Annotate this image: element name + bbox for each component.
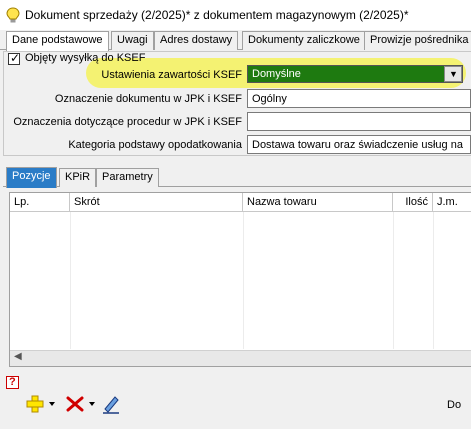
tab-prowizje-posrednika[interactable]: Prowizje pośrednika [364, 31, 471, 50]
ksef-settings-select[interactable]: Domyślne [247, 65, 463, 83]
checkmark-icon: ✓ [10, 51, 21, 65]
item-toolbar [24, 393, 124, 417]
column-divider [433, 212, 434, 349]
window-title: Dokument sprzedaży (2/2025)* z dokumente… [25, 8, 409, 22]
tab-parametry[interactable]: Parametry [96, 168, 159, 187]
col-ilosc[interactable]: Ilość [393, 193, 433, 212]
tab-kpir[interactable]: KPiR [59, 168, 97, 187]
col-lp[interactable]: Lp. [10, 193, 70, 212]
grid-header: Lp. Skrót Nazwa towaru Ilość J.m. [10, 193, 471, 212]
delete-icon[interactable] [64, 393, 86, 415]
main-tab-strip: Dane podstawowe Uwagi Adres dostawy Doku… [0, 31, 471, 51]
dropdown-arrow-icon[interactable]: ▼ [444, 66, 462, 82]
col-nazwa-towaru[interactable]: Nazwa towaru [243, 193, 393, 212]
jpk-field[interactable]: Ogólny [247, 89, 471, 108]
items-grid[interactable] [9, 192, 471, 367]
edit-icon[interactable] [100, 393, 122, 415]
procedures-field[interactable] [247, 112, 471, 131]
lightbulb-icon [6, 7, 20, 23]
col-skrot[interactable]: Skrót [70, 193, 243, 212]
sub-tab-strip: Pozycje KPiR Parametry [3, 167, 471, 188]
col-jm[interactable]: J.m. [433, 193, 471, 212]
column-divider [70, 212, 71, 349]
jpk-label: Oznaczenie dokumentu w JPK i KSEF [54, 93, 242, 105]
tab-dane-podstawowe[interactable]: Dane podstawowe [6, 31, 109, 51]
horizontal-scrollbar[interactable] [10, 350, 471, 366]
category-label: Kategoria podstawy opodatkowania [68, 139, 242, 151]
tab-pozycje[interactable]: Pozycje [6, 167, 57, 188]
add-dropdown-arrow-icon[interactable] [47, 393, 57, 415]
procedures-label: Oznaczenia dotyczące procedur w JPK i KS… [13, 116, 242, 128]
ksef-checkbox[interactable]: ✓ [8, 51, 21, 65]
ksef-settings-label: Ustawienia zawartości KSEF [101, 69, 242, 81]
tab-adres-dostawy[interactable]: Adres dostawy [154, 31, 239, 50]
ksef-checkbox-label: Objęty wysyłką do KSEF [25, 52, 146, 64]
add-icon[interactable] [24, 393, 46, 415]
category-field[interactable]: Dostawa towaru oraz świadczenie usług na [247, 135, 471, 154]
tab-dokumenty-zaliczkowe[interactable]: Dokumenty zaliczkowe [242, 31, 366, 50]
tab-uwagi[interactable]: Uwagi [111, 31, 154, 50]
footer-label: Do [447, 399, 462, 411]
help-icon[interactable]: ? [6, 376, 19, 389]
scroll-left-icon[interactable]: ◀ [12, 351, 26, 365]
column-divider [393, 212, 394, 349]
column-divider [243, 212, 244, 349]
delete-dropdown-arrow-icon[interactable] [87, 393, 97, 415]
